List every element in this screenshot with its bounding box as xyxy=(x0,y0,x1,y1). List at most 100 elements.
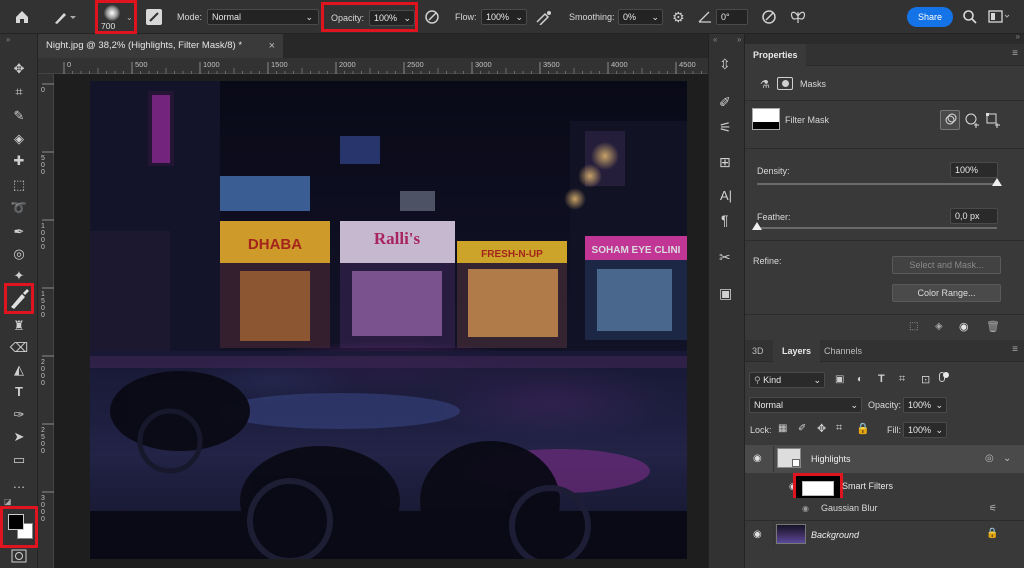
gaussian-blur-row[interactable]: ◉ Gaussian Blur ⚟ xyxy=(745,498,1024,520)
crop-tool-icon[interactable]: ⌗ xyxy=(9,83,29,101)
workspace-icon[interactable] xyxy=(988,10,1010,24)
density-slider-thumb[interactable] xyxy=(992,178,1002,186)
apply-mask-icon[interactable] xyxy=(964,112,980,128)
eye-icon[interactable]: ◉ xyxy=(802,504,809,513)
trash-icon[interactable]: 🗑 xyxy=(986,320,1000,333)
flow-input[interactable]: 100% ⌄ xyxy=(481,9,527,25)
history-icon[interactable]: ⇳ xyxy=(719,56,731,73)
brush-settings-panel-icon[interactable]: ✐ xyxy=(719,94,731,111)
rectangle-tool-icon[interactable]: ▭ xyxy=(9,451,29,469)
adjustments-icon[interactable]: ⊞ xyxy=(719,154,731,171)
chevron-down-icon[interactable]: ⌄ xyxy=(1003,453,1011,464)
gear-icon[interactable]: ⚙ xyxy=(672,9,685,25)
density-input[interactable]: 100% xyxy=(950,162,998,178)
quick-mask-icon[interactable] xyxy=(11,549,27,563)
tab-layers[interactable]: Layers xyxy=(773,340,821,362)
filter-smart-object-icon[interactable]: ⊡ xyxy=(921,373,930,386)
angle-input[interactable]: 0° xyxy=(716,9,748,25)
collapse-chevron-icon[interactable]: » xyxy=(1016,32,1020,41)
smart-filter-icon[interactable]: ◎ xyxy=(985,453,994,464)
layer-thumbnail[interactable] xyxy=(777,448,801,468)
paragraph-icon[interactable]: ¶ xyxy=(721,212,729,228)
gradient-tool-icon[interactable]: ◭ xyxy=(9,361,29,379)
panel-menu-icon[interactable]: ≡ xyxy=(1012,344,1018,355)
feather-slider-thumb[interactable] xyxy=(752,222,762,230)
panel-menu-icon[interactable]: ≡ xyxy=(1012,48,1018,59)
path-selection-tool-icon[interactable]: ➤ xyxy=(9,428,29,446)
quick-select-tool-icon[interactable]: ◎ xyxy=(9,245,29,263)
tab-3d[interactable]: 3D xyxy=(745,340,771,362)
vector-mask-icon[interactable] xyxy=(985,112,1001,128)
smart-filters-row[interactable]: ◉ Smart Filters xyxy=(745,473,1024,505)
opacity-input[interactable]: 100% ⌄ xyxy=(369,10,415,26)
lock-position-icon[interactable]: ✥ xyxy=(817,422,826,435)
filter-adjustment-icon[interactable]: ◐ xyxy=(857,374,863,385)
tab-channels[interactable]: Channels xyxy=(817,340,869,362)
lock-artboard-icon[interactable]: ⌗ xyxy=(836,422,842,435)
pressure-size-icon[interactable] xyxy=(761,9,777,25)
type-tool-icon[interactable]: T xyxy=(9,383,29,401)
move-tool-icon[interactable]: ✥ xyxy=(9,60,29,78)
clone-stamp-tool-icon[interactable]: ♜ xyxy=(9,317,29,335)
collapse-chevron-icon[interactable]: » xyxy=(6,35,10,44)
density-slider-track[interactable] xyxy=(757,183,997,185)
filter-blending-options-icon[interactable]: ⚟ xyxy=(989,503,997,514)
foreground-color-swatch[interactable] xyxy=(8,514,24,530)
layer-row-highlights[interactable]: ◉ Highlights ◎ ⌄ xyxy=(745,445,1024,473)
filter-pixel-icon[interactable]: ▣ xyxy=(835,374,844,385)
color-range-button[interactable]: Color Range... xyxy=(892,284,1001,302)
eyedropper-tool-icon[interactable]: ✎ xyxy=(9,107,29,125)
select-mask-button[interactable] xyxy=(940,110,960,130)
lock-transparent-icon[interactable]: ▦ xyxy=(778,423,787,434)
filter-toggle-icon[interactable] xyxy=(939,372,951,386)
marquee-tool-icon[interactable]: ⬚ xyxy=(9,176,29,194)
select-and-mask-button[interactable]: Select and Mask... xyxy=(892,256,1001,274)
share-button[interactable]: Share xyxy=(907,7,953,27)
pen-path-tool-icon[interactable]: ✑ xyxy=(9,406,29,424)
brush-size-picker[interactable]: 700 ⌄ xyxy=(95,0,137,34)
search-icon[interactable] xyxy=(962,9,978,25)
eye-icon[interactable]: ◉ xyxy=(753,529,762,540)
more-tools-icon[interactable]: … xyxy=(9,475,29,493)
libraries-icon[interactable]: ▣ xyxy=(719,285,732,302)
filter-type-icon[interactable]: T xyxy=(878,373,885,385)
pen-tool-icon[interactable]: ✒ xyxy=(9,223,29,241)
close-icon[interactable]: × xyxy=(269,34,275,58)
symmetry-butterfly-icon[interactable] xyxy=(789,8,807,26)
collapse-chevron-icon[interactable]: « xyxy=(713,35,717,44)
tab-properties[interactable]: Properties xyxy=(745,44,806,66)
smoothing-input[interactable]: 0% ⌄ xyxy=(618,9,663,25)
default-colors-icon[interactable]: ◪ xyxy=(4,497,12,506)
eye-icon[interactable]: ◉ xyxy=(959,320,969,333)
filter-shape-icon[interactable]: ⌗ xyxy=(899,373,905,386)
load-selection-icon[interactable]: ⬚ xyxy=(909,321,918,332)
paint-bucket-tool-icon[interactable]: ◈ xyxy=(9,130,29,148)
healing-brush-tool-icon[interactable]: ✚ xyxy=(9,152,29,170)
brush-settings-icon[interactable] xyxy=(146,9,162,25)
lasso-tool-icon[interactable]: ➰ xyxy=(9,199,29,217)
lock-image-icon[interactable]: ✐ xyxy=(798,423,806,434)
expand-chevron-icon[interactable]: » xyxy=(737,35,741,44)
fill-input[interactable]: 100% ⌄ xyxy=(903,422,947,438)
filter-mask-thumbnail[interactable] xyxy=(752,108,780,130)
apply-mask-footer-icon[interactable]: ◈ xyxy=(935,321,943,332)
airbrush-icon[interactable] xyxy=(535,9,553,25)
layer-thumbnail[interactable] xyxy=(776,524,806,544)
brush-tool-preset-icon[interactable] xyxy=(52,9,76,25)
mode-select[interactable]: Normal ⌄ xyxy=(207,9,319,25)
lock-all-icon[interactable]: 🔒 xyxy=(856,422,870,435)
layer-row-background[interactable]: ◉ Background 🔒 xyxy=(745,521,1024,549)
brush-presets-icon[interactable]: ⚟ xyxy=(719,119,732,136)
eye-icon[interactable]: ◉ xyxy=(753,453,762,464)
canvas-image[interactable]: DHABA Ralli's FRESH-N-UP SOHAM EYE CLINI xyxy=(90,81,687,559)
layer-opacity-input[interactable]: 100% ⌄ xyxy=(903,397,947,413)
feather-input[interactable]: 0,0 px xyxy=(950,208,998,224)
kind-filter-select[interactable]: ⚲ Kind ⌄ xyxy=(749,372,825,388)
tools-icon[interactable]: ✂ xyxy=(719,249,731,266)
character-icon[interactable]: A| xyxy=(720,188,732,203)
blend-mode-select[interactable]: Normal ⌄ xyxy=(749,397,862,413)
pressure-opacity-icon[interactable] xyxy=(424,9,440,25)
home-icon[interactable] xyxy=(14,9,30,25)
brush-tool-button[interactable] xyxy=(4,283,34,314)
feather-slider-track[interactable] xyxy=(757,227,997,229)
